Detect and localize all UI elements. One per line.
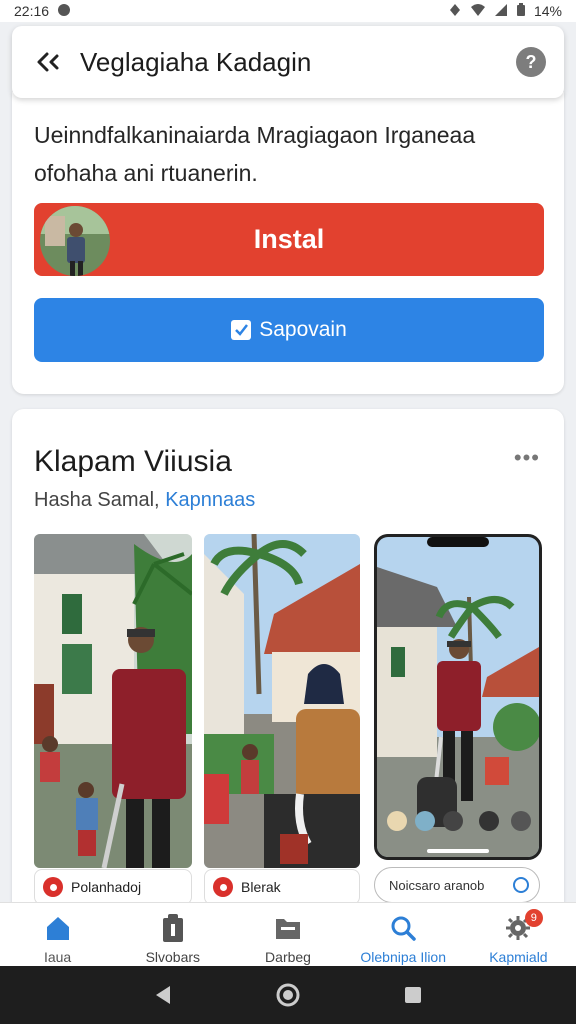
nav-item-home[interactable]: Iaua	[0, 903, 115, 966]
location-pin-icon	[43, 877, 63, 897]
system-navigation-bar	[0, 966, 576, 1024]
nav-item-search[interactable]: Olebnipa Ilion	[346, 903, 461, 966]
help-icon[interactable]: ?	[516, 47, 546, 77]
screenshot-search-pill[interactable]: Noicsaro aranob	[374, 867, 540, 903]
search-icon	[388, 913, 418, 943]
search-pill-text: Noicsaro aranob	[389, 877, 485, 893]
status-bar: 22:16 14%	[0, 0, 576, 22]
nav-label-settings: Kapmiald	[489, 949, 548, 965]
status-time: 22:16	[14, 3, 50, 19]
nav-label-search: Olebnipa Ilion	[360, 949, 447, 965]
location-icon	[448, 3, 462, 20]
screenshot-3[interactable]	[374, 534, 542, 860]
install-button[interactable]: Instal	[34, 203, 544, 276]
app-header: Veglagiaha Kadagin ?	[12, 26, 564, 98]
check-icon	[231, 320, 252, 340]
folder-icon	[273, 913, 303, 943]
screenshot-1-caption: Polanhadoj	[34, 869, 192, 905]
save-label: Sapovain	[259, 318, 347, 341]
back-arrow-icon[interactable]	[34, 47, 64, 77]
caption-text: Blerak	[241, 879, 281, 895]
app-thumbnail	[40, 206, 110, 276]
screenshot-2-caption: Blerak	[204, 869, 360, 905]
bottom-navigation: Iaua Slvobars Darbeg Olebnipa Ilion 9 Ka…	[0, 902, 576, 966]
status-left: 22:16	[14, 3, 71, 20]
save-button[interactable]: Sapovain	[34, 298, 544, 362]
page-title: Veglagiaha Kadagin	[80, 46, 312, 77]
clipboard-icon	[158, 913, 188, 943]
caption-text: Polanhadoj	[71, 879, 142, 895]
subtitle-text: Hasha Samal,	[34, 489, 160, 511]
notification-icon	[57, 3, 71, 20]
section-subtitle: Hasha Samal, Kapnnaas	[34, 489, 255, 512]
battery-icon	[516, 2, 526, 20]
signal-icon	[494, 3, 508, 20]
section-title: Klapam Viiusia	[34, 445, 232, 478]
system-recents-icon[interactable]	[398, 980, 428, 1010]
system-home-icon[interactable]	[273, 980, 303, 1010]
location-pin-icon	[213, 877, 233, 897]
more-options-icon[interactable]: •••	[514, 445, 540, 471]
nav-label-slvobars: Slvobars	[145, 949, 201, 965]
nav-item-slvobars[interactable]: Slvobars	[115, 903, 230, 966]
nav-item-settings[interactable]: 9 Kapmiald	[461, 903, 576, 966]
screenshots-section: Klapam Viiusia ••• Hasha Samal, Kapnnaas	[12, 409, 564, 919]
nav-label-home: Iaua	[43, 949, 72, 965]
subtitle-link[interactable]: Kapnnaas	[165, 489, 255, 511]
clock-icon	[513, 877, 529, 893]
nav-item-darbeg[interactable]: Darbeg	[230, 903, 345, 966]
screenshot-2[interactable]	[204, 534, 360, 868]
wifi-icon	[470, 3, 486, 20]
screenshot-1[interactable]	[34, 534, 192, 868]
install-card: Ueinndfalkaninaiarda Mragiagaon Irganeaa…	[12, 92, 564, 394]
nav-label-darbeg: Darbeg	[265, 949, 311, 965]
system-back-icon[interactable]	[148, 980, 178, 1010]
notification-badge: 9	[524, 909, 543, 927]
app-description: Ueinndfalkaninaiarda Mragiagaon Irganeaa…	[34, 122, 476, 186]
home-icon	[43, 913, 73, 943]
battery-percent: 14%	[533, 3, 562, 19]
install-label: Instal	[253, 224, 325, 254]
status-right: 14%	[448, 2, 562, 20]
